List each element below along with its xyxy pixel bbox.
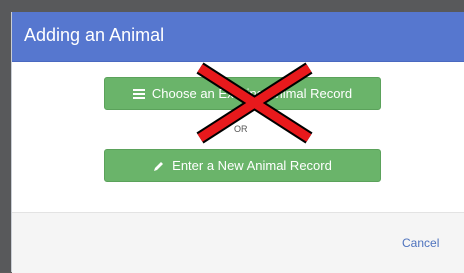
- pencil-icon: [153, 160, 165, 172]
- add-animal-dialog: Adding an Animal Choose an Existing Anim…: [11, 12, 464, 273]
- or-separator: OR: [234, 124, 248, 134]
- cancel-button[interactable]: Cancel: [402, 236, 439, 250]
- dialog-title: Adding an Animal: [24, 25, 165, 45]
- enter-new-animal-button[interactable]: Enter a New Animal Record: [104, 149, 381, 182]
- choose-existing-animal-button[interactable]: Choose an Existing Animal Record: [104, 77, 381, 110]
- list-icon: [132, 88, 145, 99]
- choose-existing-animal-label: Choose an Existing Animal Record: [151, 86, 353, 101]
- dialog-header: Adding an Animal: [12, 12, 464, 62]
- enter-new-animal-label: Enter a New Animal Record: [172, 158, 332, 173]
- dialog-footer: Cancel: [12, 212, 464, 273]
